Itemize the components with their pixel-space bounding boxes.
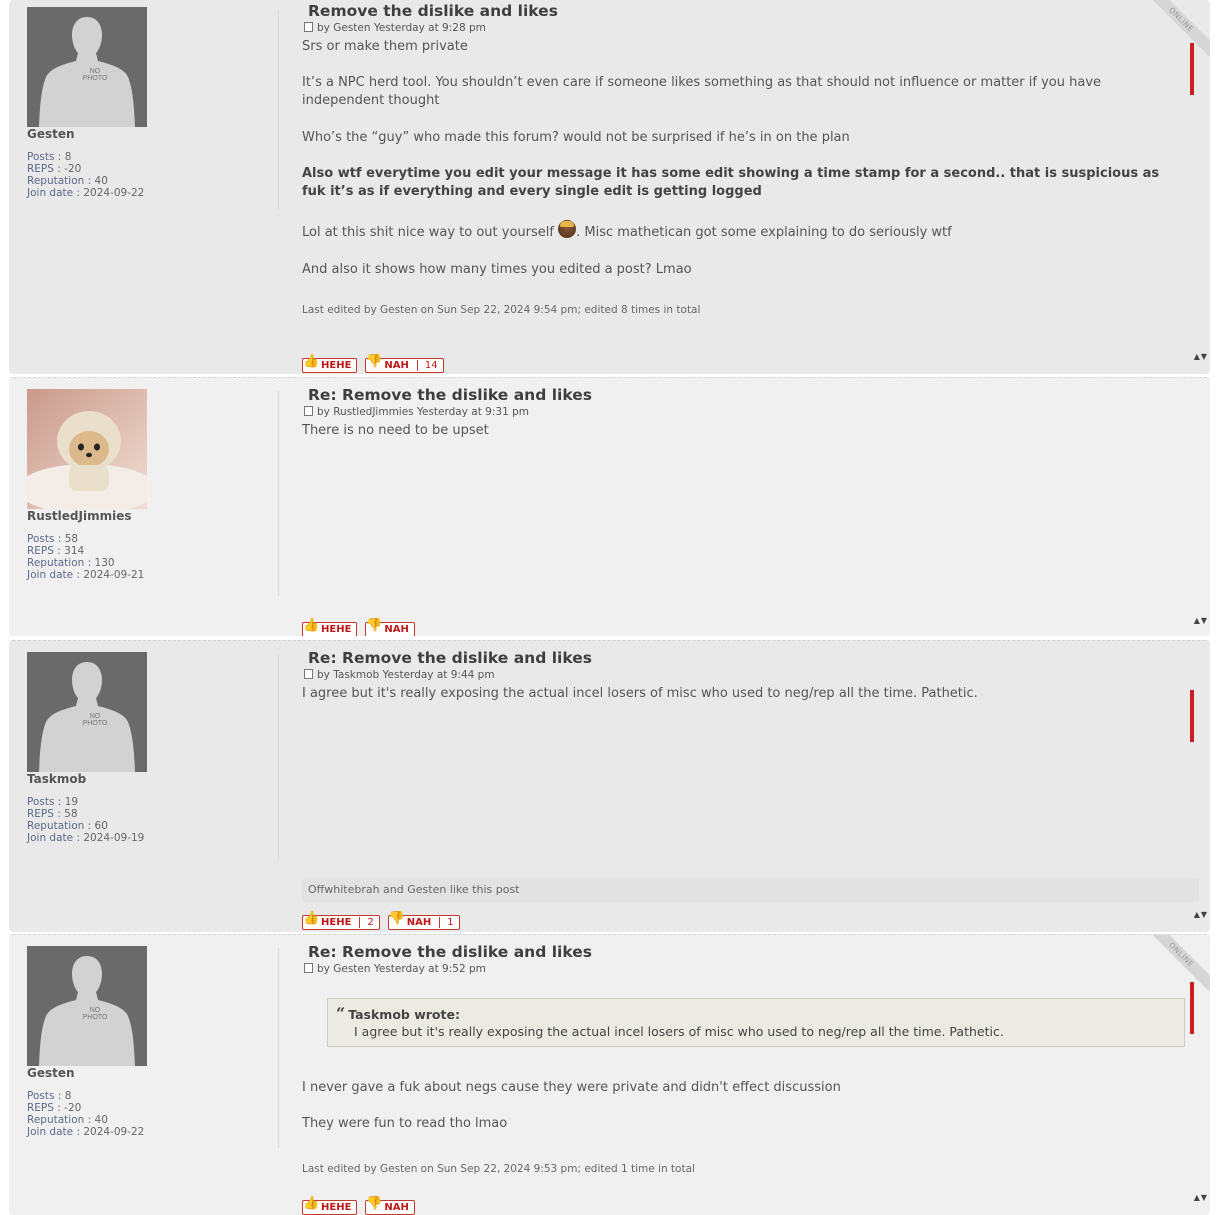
- user-profile: NO PHOTO Taskmob Posts : 19 REPS : 58 Re…: [27, 652, 277, 844]
- post-title[interactable]: Re: Remove the dislike and likes: [308, 386, 1200, 405]
- dislike-button[interactable]: 👎 NAH: [365, 1196, 415, 1215]
- post-byline: by RustledJimmies Yesterday at 9:31 pm: [304, 405, 1200, 419]
- quote-block: “Taskmob wrote: I agree but it's really …: [327, 998, 1185, 1047]
- post-byline: by Taskmob Yesterday at 9:44 pm: [304, 668, 1200, 682]
- post-content: There is no need to be upset: [302, 423, 489, 438]
- no-photo-avatar[interactable]: NO PHOTO: [27, 7, 147, 127]
- quote-text: I agree but it's really exposing the act…: [354, 1024, 1004, 1039]
- post-body: Re: Remove the dislike and likes by Gest…: [302, 941, 1200, 1175]
- thumbs-up-icon: 👍: [303, 354, 320, 369]
- divider: [278, 10, 279, 210]
- post: NO PHOTO Taskmob Posts : 19 REPS : 58 Re…: [9, 640, 1210, 932]
- svg-text:NO: NO: [90, 713, 101, 720]
- no-photo-avatar[interactable]: NO PHOTO: [27, 652, 147, 772]
- user-stats: Posts : 8 REPS : -20 Reputation : 40 Joi…: [27, 1090, 145, 1138]
- post-icon[interactable]: [304, 669, 313, 679]
- username[interactable]: Gesten: [27, 1066, 277, 1080]
- post-byline: by Gesten Yesterday at 9:28 pm: [304, 21, 1200, 35]
- thumbs-down-icon: 👎: [366, 354, 383, 369]
- post: ONLINE NO PHOTO Gesten Posts : 8 REPS : …: [9, 0, 1210, 374]
- post-content: Srs or make them private It’s a NPC herd…: [302, 39, 1160, 277]
- dislike-button[interactable]: 👎 NAH 1: [387, 911, 460, 930]
- svg-text:NO: NO: [90, 68, 101, 75]
- user-profile: RustledJimmies Posts : 58 REPS : 314 Rep…: [27, 389, 277, 581]
- post-nav-arrows[interactable]: ▲▼: [1194, 352, 1208, 361]
- post-icon[interactable]: [304, 963, 313, 973]
- svg-text:PHOTO: PHOTO: [83, 75, 108, 82]
- likes-summary[interactable]: Offwhitebrah and Gesten like this post: [302, 878, 1199, 902]
- dislike-button[interactable]: 👎 NAH 14: [365, 354, 444, 373]
- quote-author: “Taskmob wrote:: [336, 1004, 460, 1023]
- svg-text:PHOTO: PHOTO: [83, 1014, 108, 1021]
- user-profile: NO PHOTO Gesten Posts : 8 REPS : -20 Rep…: [27, 946, 277, 1138]
- post-nav-arrows[interactable]: ▲▼: [1194, 1193, 1208, 1202]
- reaction-bar: 👍 HEHE 👎 NAH: [302, 617, 423, 636]
- divider: [278, 654, 279, 859]
- reaction-bar: 👍 HEHE 👎 NAH: [302, 1195, 423, 1215]
- dislike-button[interactable]: 👎 NAH: [365, 618, 415, 636]
- like-button[interactable]: 👍 HEHE 2: [302, 911, 380, 930]
- post-title[interactable]: Re: Remove the dislike and likes: [308, 943, 1200, 962]
- post-body: Re: Remove the dislike and likes by Rust…: [302, 384, 1200, 440]
- thumbs-up-icon: 👍: [303, 618, 320, 633]
- like-button[interactable]: 👍 HEHE: [302, 618, 358, 636]
- username[interactable]: Gesten: [27, 127, 277, 141]
- edit-note: Last edited by Gesten on Sun Sep 22, 202…: [302, 1163, 695, 1175]
- thumbs-down-icon: 👎: [388, 911, 405, 926]
- user-stats: Posts : 19 REPS : 58 Reputation : 60 Joi…: [27, 796, 145, 844]
- svg-text:NO: NO: [90, 1007, 101, 1014]
- user-stats: Posts : 58 REPS : 314 Reputation : 130 J…: [27, 533, 145, 581]
- emoji-icon: [558, 220, 577, 238]
- edit-note: Last edited by Gesten on Sun Sep 22, 202…: [302, 304, 701, 316]
- divider: [278, 391, 279, 596]
- post-nav-arrows[interactable]: ▲▼: [1194, 910, 1208, 919]
- thumbs-down-icon: 👎: [366, 1196, 383, 1211]
- post-body: Re: Remove the dislike and likes by Task…: [302, 647, 1200, 703]
- post-title[interactable]: Remove the dislike and likes: [308, 2, 1200, 21]
- user-stats: Posts : 8 REPS : -20 Reputation : 40 Joi…: [27, 151, 145, 199]
- thumbs-up-icon: 👍: [303, 911, 320, 926]
- post: RustledJimmies Posts : 58 REPS : 314 Rep…: [9, 377, 1210, 636]
- reaction-bar: 👍 HEHE 👎 NAH 14: [302, 353, 452, 373]
- post-body: Remove the dislike and likes by Gesten Y…: [302, 0, 1200, 316]
- username[interactable]: Taskmob: [27, 772, 277, 786]
- username[interactable]: RustledJimmies: [27, 509, 277, 523]
- divider: [278, 948, 279, 1148]
- post-title[interactable]: Re: Remove the dislike and likes: [308, 649, 1200, 668]
- dog-avatar[interactable]: [27, 389, 147, 509]
- like-button[interactable]: 👍 HEHE: [302, 354, 358, 373]
- thumbs-down-icon: 👎: [366, 618, 383, 633]
- user-profile: NO PHOTO Gesten Posts : 8 REPS : -20 Rep…: [27, 7, 277, 199]
- post-icon[interactable]: [304, 406, 313, 416]
- reaction-bar: 👍 HEHE 2 👎 NAH 1: [302, 910, 468, 930]
- quote-icon: “: [336, 1004, 346, 1023]
- post-content: I agree but it's really exposing the act…: [302, 686, 978, 701]
- no-photo-avatar[interactable]: NO PHOTO: [27, 946, 147, 1066]
- post-byline: by Gesten Yesterday at 9:52 pm: [304, 962, 1200, 976]
- svg-text:PHOTO: PHOTO: [83, 720, 108, 727]
- like-button[interactable]: 👍 HEHE: [302, 1196, 358, 1215]
- post: ONLINE NO PHOTO Gesten Posts : 8 REPS : …: [9, 934, 1210, 1215]
- post-nav-arrows[interactable]: ▲▼: [1194, 616, 1208, 625]
- post-content: I never gave a fuk about negs cause they…: [302, 1080, 841, 1131]
- post-icon[interactable]: [304, 22, 313, 32]
- thumbs-up-icon: 👍: [303, 1196, 320, 1211]
